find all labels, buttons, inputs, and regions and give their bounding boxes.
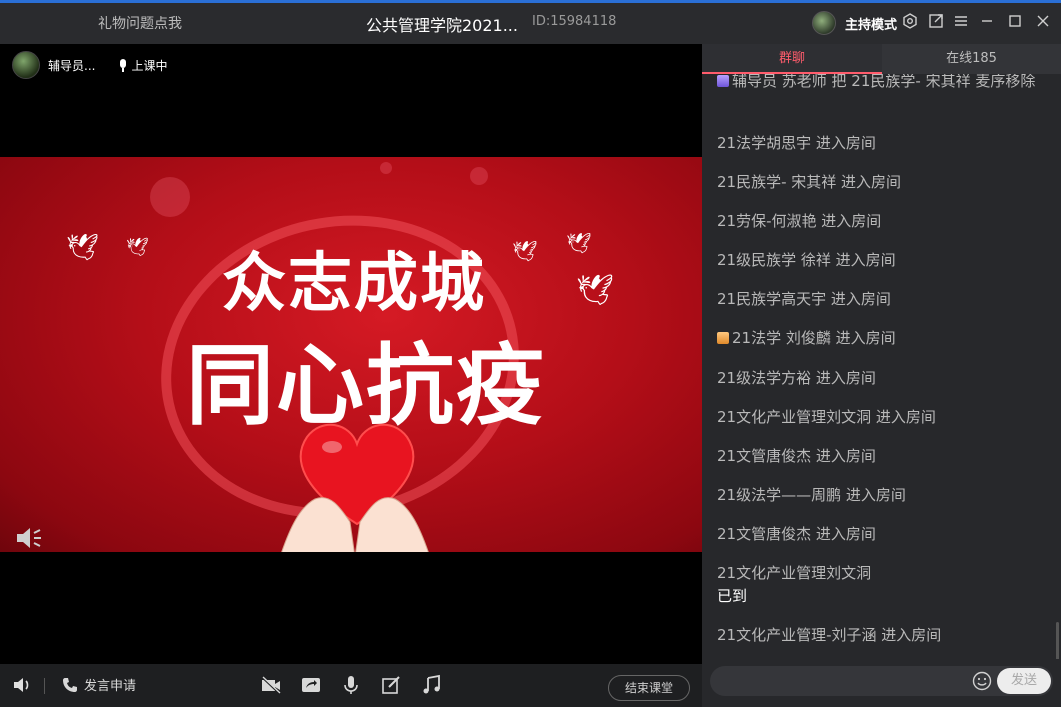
class-status: 上课中 — [119, 57, 167, 74]
chat-input[interactable] — [720, 670, 960, 692]
chat-message: 21法学胡思宇 进入房间 — [717, 134, 876, 152]
chat-message: 21民族学高天宇 进入房间 — [717, 290, 891, 308]
bokeh-light — [150, 177, 190, 217]
microphone-icon[interactable] — [340, 674, 362, 696]
dove-icon: 🕊 — [126, 237, 149, 258]
speak-request-label: 发言申请 — [84, 679, 137, 694]
dove-icon: 🕊 — [576, 273, 615, 308]
title-bar: 礼物问题点我 公共管理学院2021... ID:15984118 主持模式 — [0, 0, 1061, 44]
emoji-icon[interactable] — [972, 671, 992, 691]
presenter-name: 辅导员... — [48, 58, 96, 73]
chat-message: 21级民族学 徐祥 进入房间 — [717, 251, 896, 269]
chat-message-sender: 21文化产业管理刘文洞 — [717, 564, 872, 582]
chat-panel: 群聊 在线185 辅导员 苏老师 把 21民族学- 宋其祥 麦序移除 21法学胡… — [702, 44, 1061, 707]
presenter-info: 辅导员... 上课中 — [12, 50, 167, 80]
host-avatar[interactable] — [812, 11, 836, 35]
music-icon[interactable] — [420, 674, 442, 696]
chat-message: 21文管唐俊杰 进入房间 — [717, 447, 876, 465]
bokeh-light — [470, 167, 488, 185]
class-status-label: 上课中 — [131, 58, 168, 73]
room-title: 公共管理学院2021... — [366, 16, 518, 35]
chat-message-body: 已到 — [717, 587, 748, 605]
toolbar-divider — [44, 678, 45, 694]
edit-icon[interactable] — [380, 674, 402, 696]
chat-message: 21级法学——周鹏 进入房间 — [717, 486, 906, 504]
room-id: ID:15984118 — [532, 14, 617, 29]
chat-message: 21文化产业管理-刘子涵 进入房间 — [717, 626, 942, 644]
tab-online[interactable]: 在线185 — [882, 44, 1061, 74]
chat-message: 21民族学- 宋其祥 进入房间 — [717, 173, 902, 191]
volume-icon[interactable] — [12, 674, 34, 696]
chat-message: 21文化产业管理刘文洞 已到 — [717, 562, 1047, 608]
camera-off-icon[interactable] — [260, 674, 282, 696]
slide-heading-1: 众志成城 — [222, 247, 486, 321]
chat-tabs: 群聊 在线185 — [702, 44, 1061, 74]
chat-message: 21文管唐俊杰 进入房间 — [717, 525, 876, 543]
send-button[interactable]: 发送 — [997, 668, 1051, 694]
chat-input-bar: 发送 — [710, 666, 1053, 696]
chat-scrollbar[interactable] — [1056, 622, 1059, 659]
speaker-icon[interactable] — [14, 524, 46, 552]
screen-share-icon[interactable] — [300, 674, 322, 696]
chat-message: 21劳保-何淑艳 进入房间 — [717, 212, 882, 230]
chat-message: 辅导员 苏老师 把 21民族学- 宋其祥 麦序移除 — [717, 74, 1047, 93]
presentation-slide: 🕊 🕊 🕊 🕊 🕊 众志成城 同心抗疫 — [0, 157, 702, 552]
dove-icon: 🕊 — [512, 239, 538, 263]
video-area[interactable]: 辅导员... 上课中 🕊 🕊 🕊 🕊 🕊 众志成城 同心抗疫 — [0, 44, 702, 664]
bottom-toolbar: 发言申请 结束课堂 — [0, 664, 702, 707]
counselor-badge-icon — [717, 75, 729, 87]
dove-icon: 🕊 — [66, 233, 100, 263]
close-icon[interactable] — [1034, 13, 1052, 31]
phone-icon — [63, 677, 77, 692]
end-class-button[interactable]: 结束课堂 — [608, 675, 690, 701]
presenter-avatar[interactable] — [12, 51, 40, 79]
menu-icon[interactable] — [952, 13, 970, 31]
settings-icon[interactable] — [901, 13, 919, 31]
chat-message: 21文化产业管理刘文洞 进入房间 — [717, 408, 936, 426]
hands-illustration — [281, 497, 429, 552]
minimize-icon[interactable] — [978, 13, 996, 31]
host-mode-button[interactable]: 主持模式 — [845, 14, 897, 33]
chat-message: 21级法学方裕 进入房间 — [717, 369, 876, 387]
gift-help-link[interactable]: 礼物问题点我 — [98, 13, 182, 33]
chat-message: 21法学 刘俊麟 进入房间 — [717, 327, 1047, 350]
chat-messages[interactable]: 辅导员 苏老师 把 21民族学- 宋其祥 麦序移除 21法学胡思宇 进入房间 2… — [702, 74, 1061, 659]
dove-icon: 🕊 — [566, 231, 592, 255]
user-badge-icon — [717, 332, 729, 344]
maximize-icon[interactable] — [1006, 13, 1024, 31]
mic-icon — [119, 58, 127, 72]
speak-request-button[interactable]: 发言申请 — [62, 675, 136, 694]
popout-icon[interactable] — [927, 13, 945, 31]
bokeh-light — [380, 162, 392, 174]
tab-group-chat[interactable]: 群聊 — [702, 44, 882, 74]
